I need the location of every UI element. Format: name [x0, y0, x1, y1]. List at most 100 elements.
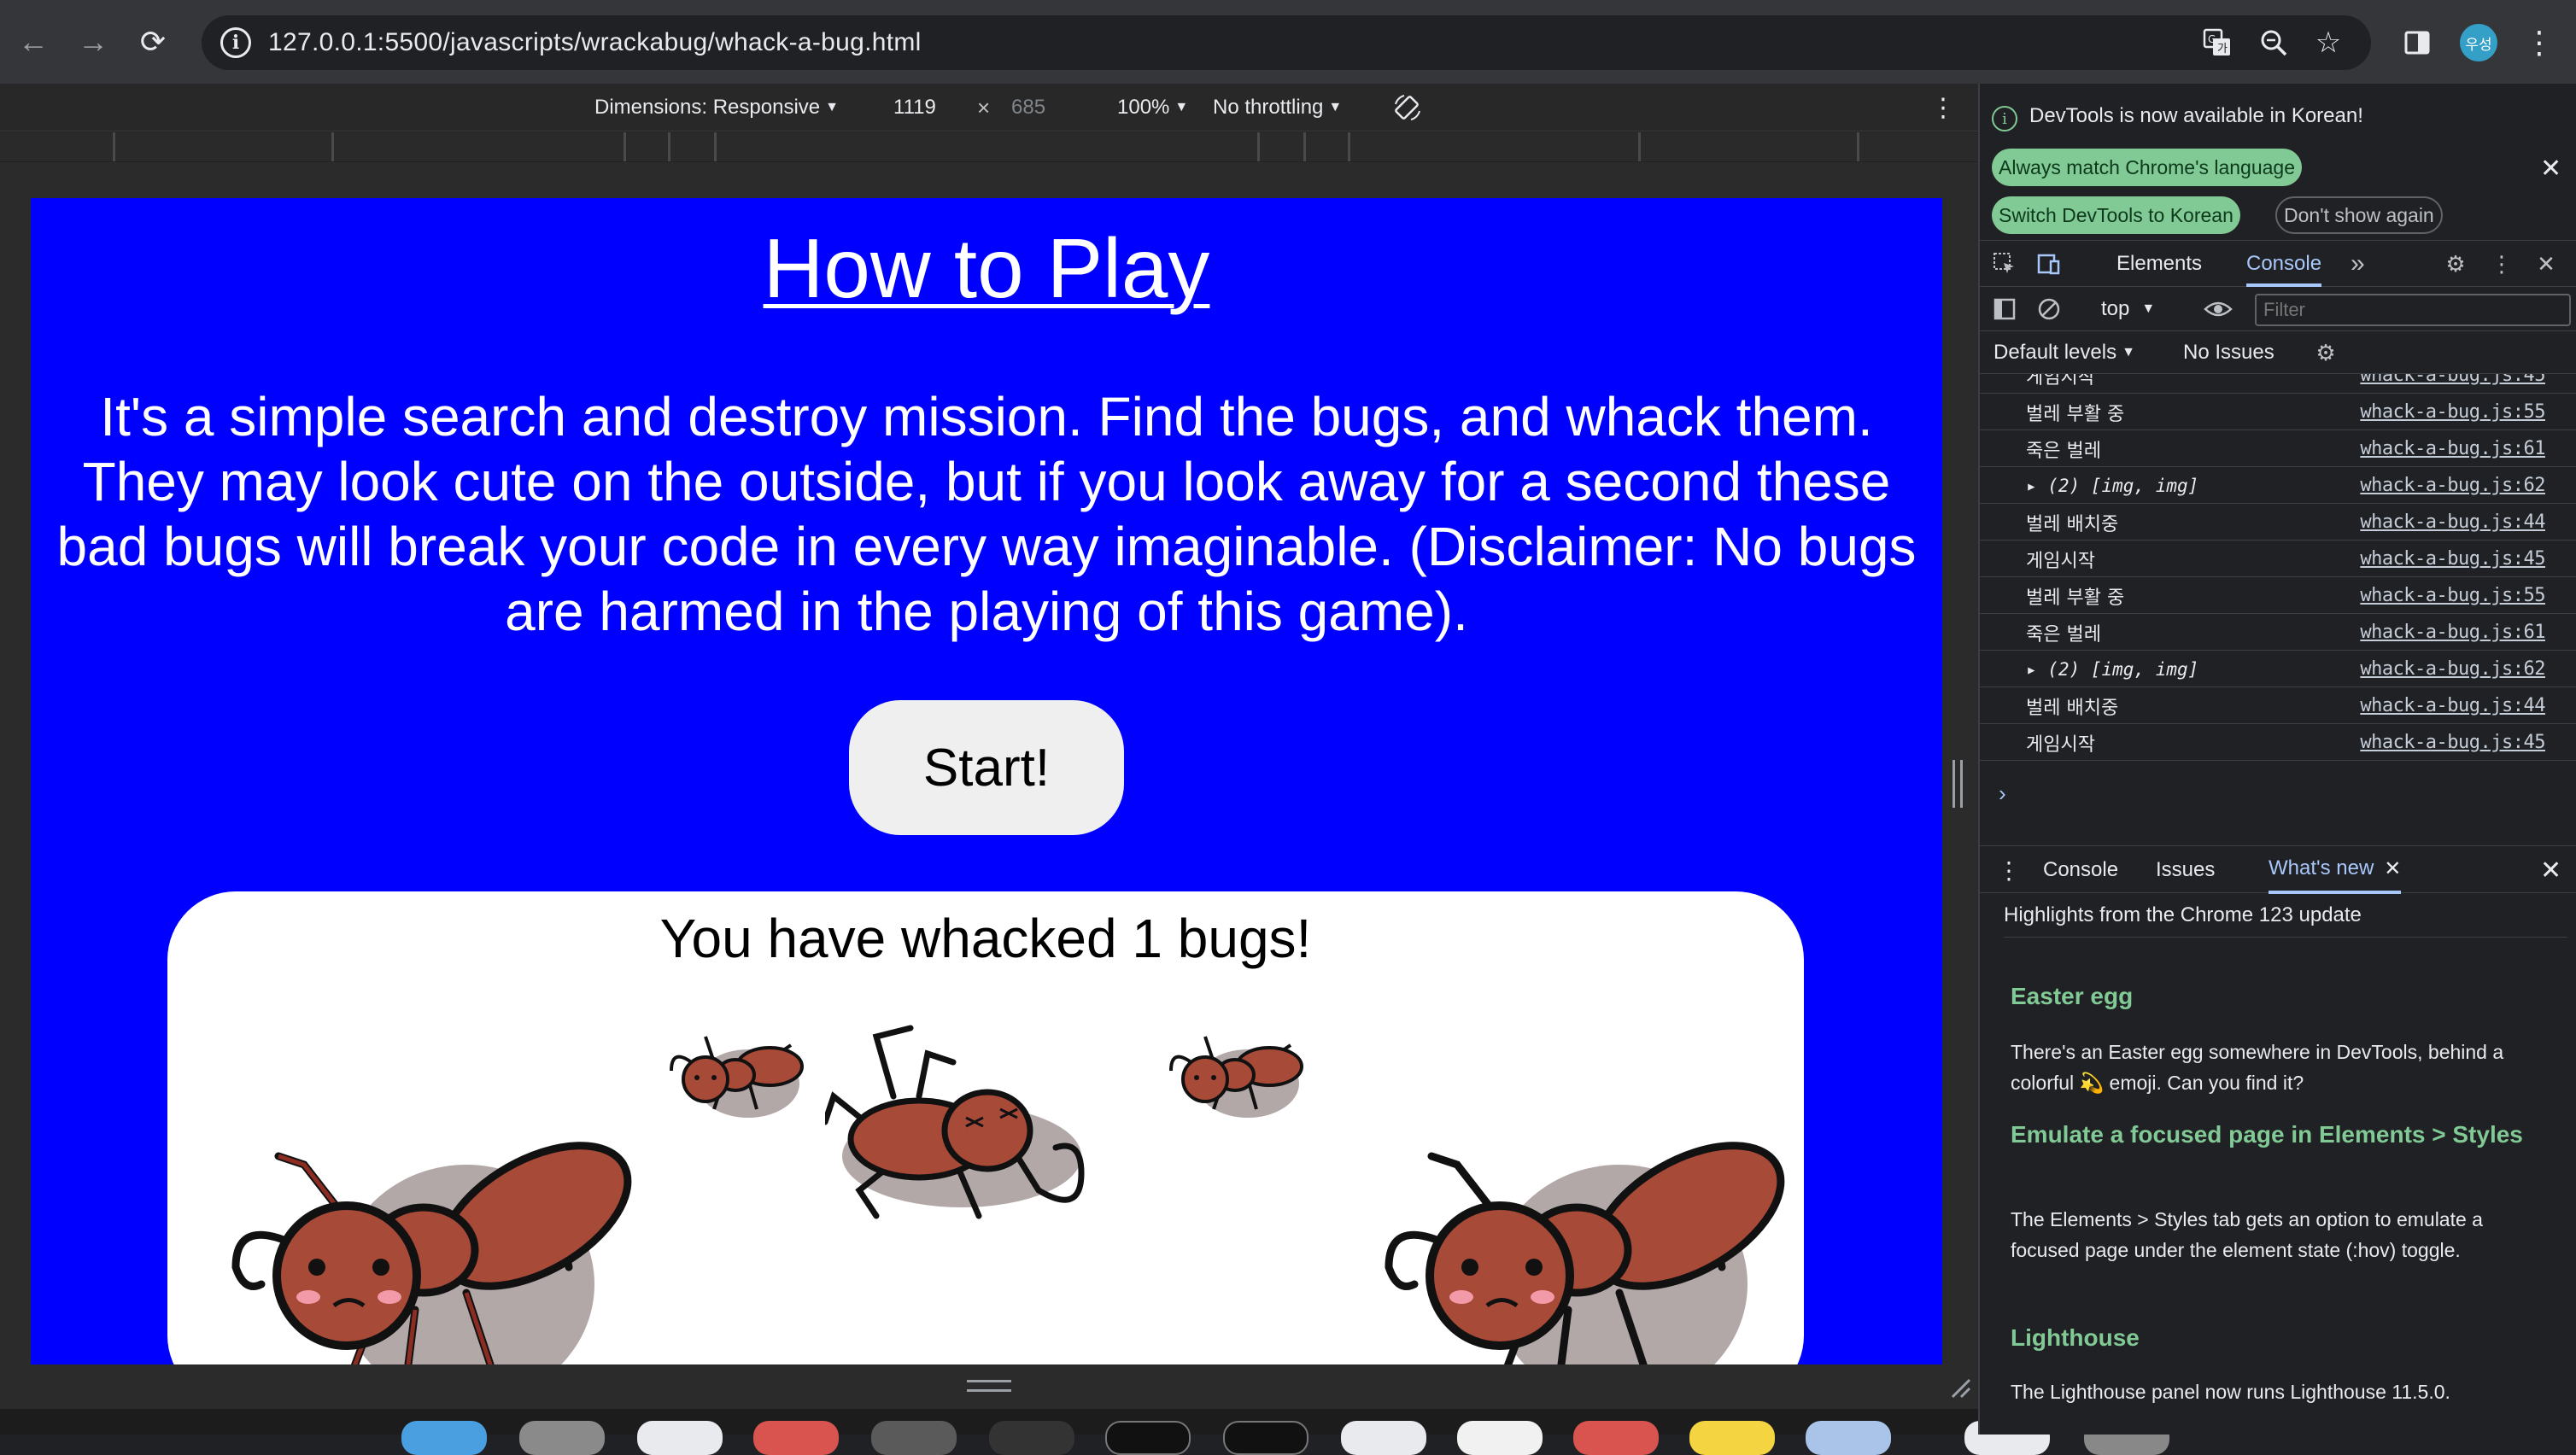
profile-avatar[interactable]: 우성 — [2460, 24, 2497, 61]
console-log-message[interactable]: ▸ (2) [img, img] — [2026, 651, 2198, 687]
ruler-tick — [1348, 132, 1350, 161]
console-source-link[interactable]: whack-a-bug.js:45 — [2360, 541, 2545, 577]
console-log-message[interactable]: ▸ (2) [img, img] — [2026, 467, 2198, 504]
context-select[interactable]: top ▼ — [2101, 287, 2155, 331]
close-drawer-icon[interactable]: ✕ — [2540, 846, 2561, 894]
dock-app-icon[interactable] — [871, 1421, 957, 1455]
zoom-select[interactable]: 100% ▼ — [1117, 84, 1188, 131]
ant-bug-icon[interactable] — [210, 1113, 637, 1364]
console-source-link[interactable]: whack-a-bug.js:61 — [2360, 430, 2545, 467]
caret-down-icon: ▼ — [825, 100, 839, 114]
dock-app-icon[interactable] — [1223, 1421, 1308, 1455]
issues-counter[interactable]: No Issues — [2183, 331, 2274, 374]
dead-ant-bug-icon[interactable] — [825, 1020, 1107, 1250]
dock-app-icon[interactable] — [989, 1421, 1074, 1455]
reload-icon[interactable]: ⟳ — [123, 0, 183, 84]
console-source-link[interactable]: whack-a-bug.js:55 — [2360, 577, 2545, 614]
close-devtools-icon[interactable]: ✕ — [2532, 249, 2561, 278]
width-input[interactable]: 1119 — [893, 84, 936, 131]
ant-bug-icon[interactable] — [663, 1028, 808, 1122]
bookmark-star-icon[interactable]: ☆ — [2303, 15, 2354, 70]
device-toggle-icon[interactable] — [2034, 249, 2064, 278]
console-source-link[interactable]: whack-a-bug.js:44 — [2360, 504, 2545, 541]
resize-handle-bottom[interactable] — [967, 1380, 1011, 1392]
whats-new-label: What's new — [2269, 856, 2374, 879]
dock-app-icon[interactable] — [1341, 1421, 1426, 1455]
dock-app-icon[interactable] — [1689, 1421, 1775, 1455]
whats-new-heading[interactable]: Lighthouse — [2011, 1322, 2540, 1354]
caret-down-icon: ▼ — [1174, 100, 1189, 114]
kebab-menu-icon[interactable]: ⋮ — [2518, 17, 2561, 68]
dock-app-icon[interactable] — [1457, 1421, 1543, 1455]
whats-new-text: The Elements > Styles tab gets an option… — [2011, 1208, 2483, 1261]
ruler-tick — [1257, 132, 1260, 161]
dock-app-icon[interactable] — [753, 1421, 839, 1455]
forward-arrow-icon[interactable]: → — [63, 0, 123, 84]
dimensions-select[interactable]: Dimensions: Responsive ▼ — [594, 84, 839, 131]
ruler-tick — [113, 132, 115, 161]
dock-app-icon[interactable] — [519, 1421, 605, 1455]
tab-elements[interactable]: Elements — [2116, 241, 2202, 287]
height-input[interactable]: 685 — [1011, 84, 1045, 131]
throttling-select[interactable]: No throttling ▼ — [1213, 84, 1342, 131]
console-source-link[interactable]: whack-a-bug.js:61 — [2360, 614, 2545, 651]
address-bar[interactable]: i 127.0.0.1:5500/javascripts/wrackabug/w… — [202, 15, 2371, 70]
close-icon[interactable]: ✕ — [2540, 154, 2561, 184]
translate-icon[interactable]: 가G — [2192, 15, 2243, 70]
url-text[interactable]: 127.0.0.1:5500/javascripts/wrackabug/wha… — [268, 28, 922, 57]
whats-new-heading[interactable]: Easter egg — [2011, 980, 2540, 1013]
live-expression-eye-icon[interactable] — [2204, 295, 2233, 324]
dont-show-again-button[interactable]: Don't show again — [2275, 196, 2443, 234]
ant-bug-icon[interactable] — [1162, 1028, 1308, 1122]
console-source-link[interactable]: whack-a-bug.js:62 — [2360, 467, 2545, 504]
resize-corner-icon[interactable] — [1947, 1375, 1971, 1399]
console-source-link[interactable]: whack-a-bug.js:45 — [2360, 724, 2545, 761]
kebab-menu-icon[interactable]: ⋮ — [2487, 249, 2516, 278]
close-tab-icon[interactable]: ✕ — [2384, 856, 2401, 881]
console-prompt-icon[interactable]: › — [1999, 780, 2006, 807]
whats-new-text: There's an Easter egg somewhere in DevTo… — [2011, 1041, 2504, 1094]
switch-to-korean-button[interactable]: Switch DevTools to Korean — [1992, 196, 2240, 234]
dock-app-icon[interactable] — [637, 1421, 723, 1455]
zoom-icon[interactable] — [2248, 15, 2299, 70]
console-log-row: ▸ (2) [img, img] whack-a-bug.js:62 — [1980, 651, 2576, 687]
context-label: top — [2101, 297, 2130, 320]
ant-bug-icon[interactable] — [1363, 1113, 1790, 1364]
tab-console[interactable]: Console — [2246, 241, 2322, 287]
dock-app-icon[interactable] — [1806, 1421, 1891, 1455]
console-source-link[interactable]: whack-a-bug.js:44 — [2360, 687, 2545, 724]
whats-new-heading[interactable]: Emulate a focused page in Elements > Sty… — [2011, 1119, 2540, 1151]
dock-app-icon[interactable] — [1573, 1421, 1659, 1455]
drawer-tab-console[interactable]: Console — [2043, 846, 2118, 894]
dock-app-icon[interactable] — [1105, 1421, 1191, 1455]
resize-handle-right[interactable] — [1952, 760, 1963, 808]
console-source-link[interactable]: whack-a-bug.js:45 — [2360, 374, 2545, 394]
side-panel-icon[interactable] — [2392, 17, 2443, 68]
back-arrow-icon[interactable]: ← — [3, 0, 63, 84]
whats-new-highlights: Highlights from the Chrome 123 update — [2004, 893, 2567, 938]
drawer-menu-icon[interactable]: ⋮ — [1997, 846, 2021, 894]
more-tabs-icon[interactable]: » — [2351, 241, 2365, 287]
console-settings-gear-icon[interactable]: ⚙ — [2311, 338, 2340, 367]
always-match-language-button[interactable]: Always match Chrome's language — [1992, 149, 2302, 186]
console-log-message: 벌레 부활 중 — [2026, 587, 2125, 609]
more-options-icon[interactable]: ⋮ — [1930, 84, 1956, 131]
console-source-link[interactable]: whack-a-bug.js:55 — [2360, 394, 2545, 430]
clear-console-icon[interactable] — [2034, 295, 2064, 324]
log-levels-select[interactable]: Default levels ▼ — [1993, 331, 2135, 374]
site-info-icon[interactable]: i — [220, 27, 251, 58]
console-log-row: 죽은 벌레 whack-a-bug.js:61 — [1980, 430, 2576, 467]
sidebar-toggle-icon[interactable] — [1990, 295, 2019, 324]
settings-gear-icon[interactable]: ⚙ — [2441, 249, 2470, 278]
svg-text:가: 가 — [2217, 43, 2228, 56]
drawer-tab-whats-new[interactable]: What's new ✕ — [2269, 846, 2402, 894]
drawer-tab-issues[interactable]: Issues — [2156, 846, 2215, 894]
rotate-icon[interactable] — [1392, 84, 1423, 131]
media-query-ruler[interactable] — [0, 132, 1978, 161]
dock-app-icon[interactable] — [401, 1421, 487, 1455]
console-filter-input[interactable] — [2255, 294, 2571, 326]
console-source-link[interactable]: whack-a-bug.js:62 — [2360, 651, 2545, 687]
start-button[interactable]: Start! — [849, 700, 1124, 835]
inspect-element-icon[interactable] — [1990, 249, 2019, 278]
console-log-message: 게임시작 — [2026, 550, 2095, 572]
